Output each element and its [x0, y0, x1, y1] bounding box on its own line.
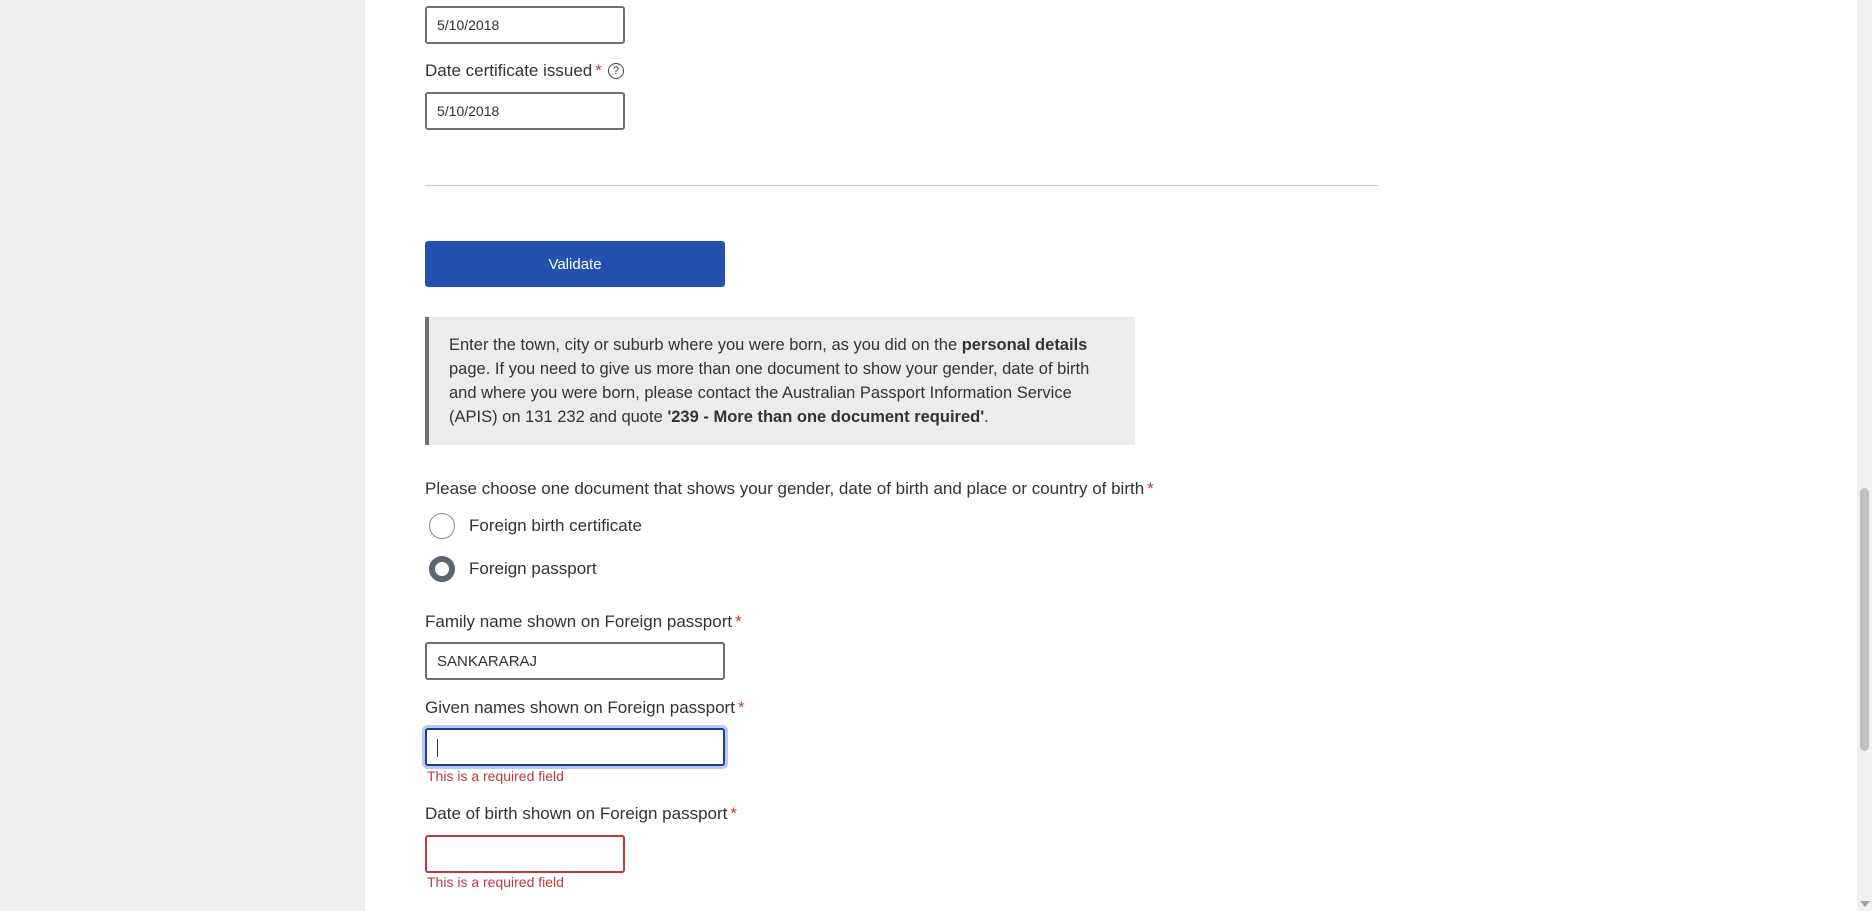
info-bold-quote: '239 - More than one document required'	[667, 408, 985, 426]
section-divider	[425, 185, 1378, 186]
required-mark: *	[730, 804, 738, 823]
vertical-scrollbar[interactable]	[1857, 0, 1872, 911]
radio-label: Foreign passport	[469, 559, 597, 578]
date-issued-input[interactable]	[425, 92, 625, 130]
required-mark: *	[1147, 479, 1154, 498]
page: Date certificate issued*? Validate Enter…	[0, 0, 1872, 911]
given-names-input[interactable]	[425, 728, 725, 766]
previous-date-input[interactable]	[425, 6, 625, 44]
scroll-down-arrow-icon[interactable]	[1860, 901, 1870, 907]
radio-button-checked[interactable]	[429, 556, 455, 582]
text-caret	[437, 739, 438, 757]
help-icon[interactable]: ?	[607, 63, 624, 79]
document-choice-label: Please choose one document that shows yo…	[425, 479, 1154, 498]
date-issued-label: Date certificate issued *?	[425, 61, 624, 81]
radio-foreign-passport[interactable]: Foreign passport	[429, 556, 597, 582]
scrollbar-thumb[interactable]	[1860, 488, 1869, 751]
family-name-label: Family name shown on Foreign passport *	[425, 612, 742, 631]
info-box: Enter the town, city or suburb where you…	[425, 317, 1135, 445]
given-names-label: Given names shown on Foreign passport *	[425, 698, 745, 717]
left-gutter	[0, 0, 365, 911]
required-mark: *	[595, 61, 602, 80]
given-names-error: This is a required field	[427, 768, 564, 784]
radio-foreign-birth-certificate[interactable]: Foreign birth certificate	[429, 513, 642, 539]
radio-label: Foreign birth certificate	[469, 516, 642, 535]
date-of-birth-input[interactable]	[425, 835, 625, 873]
info-bold-personal-details: personal details	[961, 336, 1088, 354]
date-of-birth-error: This is a required field	[427, 874, 564, 890]
validate-button[interactable]: Validate	[425, 241, 725, 287]
required-mark: *	[735, 612, 742, 631]
radio-button[interactable]	[429, 513, 455, 539]
required-mark: *	[737, 698, 745, 717]
family-name-input[interactable]	[425, 642, 725, 680]
date-of-birth-label: Date of birth shown on Foreign passport *	[425, 804, 738, 823]
